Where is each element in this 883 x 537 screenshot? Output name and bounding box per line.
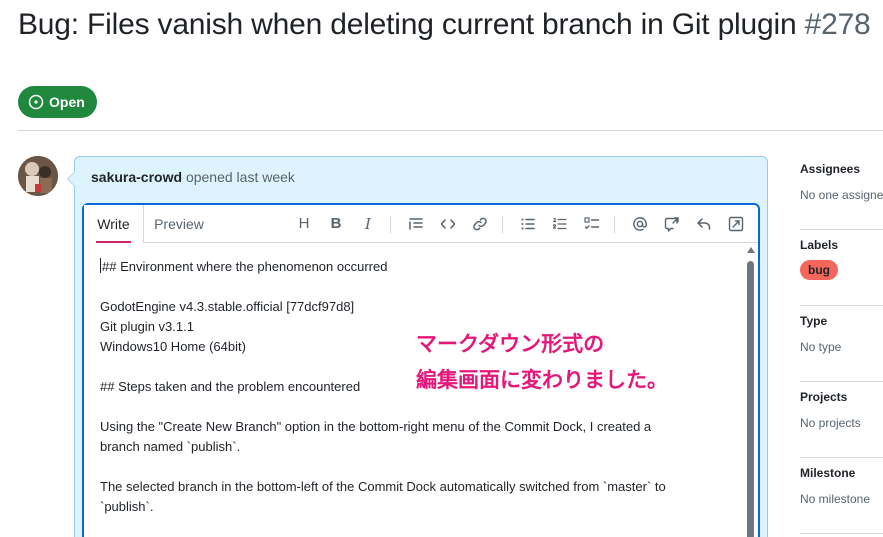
issue-sidebar: Assignees No one assigned Labels bug Typ… [800,160,883,537]
sidebar-value: No one assigned [800,188,883,202]
comment-header: sakura-crowd opened last week [91,169,295,185]
editor-line [100,277,730,297]
sidebar-title: Projects [800,390,848,404]
text-caret [100,258,101,273]
tab-write[interactable]: Write [84,205,144,243]
sidebar-divider [800,457,883,458]
link-icon [473,217,487,231]
avatar[interactable] [18,156,58,196]
sidebar-title: Assignees [800,162,861,176]
editor-scrollbar[interactable] [747,261,754,537]
scroll-up-arrow[interactable] [747,247,755,253]
editor-line-text: ## Environment where the phenomenon occu… [102,259,388,274]
italic-button[interactable]: I [358,214,378,234]
sidebar-assignees[interactable]: Assignees No one assigned [800,160,883,236]
fullscreen-icon [728,216,744,232]
status-label: Open [49,94,85,110]
sidebar-value: No milestone [800,492,871,506]
unordered-list-icon [521,218,535,230]
avatar-image [18,156,58,196]
toolbar-separator [614,216,615,233]
label-bug[interactable]: bug [800,260,838,280]
sidebar-divider [800,381,883,382]
editor-line: `publish`. [100,499,154,514]
sidebar-title: Milestone [800,466,856,480]
sidebar-projects[interactable]: Projects No projects [800,388,883,464]
quote-icon [409,218,423,230]
header-divider [18,130,883,131]
sidebar-divider [800,305,883,306]
annotation-line: マークダウン形式の [416,332,605,356]
sidebar-type[interactable]: Type No type [800,312,883,388]
editor-line: ## Environment where the phenomenon occu… [100,257,730,277]
reply-button[interactable] [694,214,714,234]
mention-button[interactable] [630,214,650,234]
unordered-list-button[interactable] [518,214,538,234]
bold-button[interactable]: B [326,214,346,234]
task-list-icon [584,217,600,230]
sidebar-milestone[interactable]: Milestone No milestone [800,464,883,537]
editor-line: GodotEngine v4.3.stable.official [77dcf9… [100,299,355,314]
ordered-list-icon [552,217,567,230]
mention-icon [633,217,647,231]
editor-line: Using the "Create New Branch" option in … [100,419,652,434]
annotation-line: 編集画面に変わりました。 [416,368,668,392]
cross-reference-button[interactable] [662,214,682,234]
editor-line: branch named `publish`. [100,439,241,454]
issue-title: Bug: Files vanish when deleting current … [18,8,878,42]
editor-toolbar: Write Preview H B I [84,205,758,243]
comment-action: opened last week [185,169,295,185]
quote-button[interactable] [406,214,426,234]
tab-preview[interactable]: Preview [146,205,212,243]
sidebar-labels[interactable]: Labels bug [800,236,883,312]
reply-icon [697,218,711,230]
code-button[interactable] [438,214,458,234]
ordered-list-button[interactable] [550,214,570,234]
heading-button[interactable]: H [294,214,314,234]
toolbar-separator [502,216,503,233]
annotation-overlay: マークダウン形式の 編集画面に変わりました。 [416,326,668,398]
status-badge: Open [18,86,97,118]
toolbar-separator [390,216,391,233]
comment-author[interactable]: sakura-crowd [91,169,182,185]
sidebar-divider [800,229,883,230]
task-list-button[interactable] [582,214,602,234]
issue-title-text: Bug: Files vanish when deleting current … [18,8,797,41]
issue-number: #278 [804,8,871,41]
sidebar-divider [800,533,883,534]
editor-line [100,397,730,417]
sidebar-value: No type [800,340,842,354]
code-icon [440,219,456,229]
fullscreen-button[interactable] [726,214,746,234]
cross-reference-icon [664,217,679,232]
sidebar-title: Labels [800,238,839,252]
issue-opened-icon [28,94,44,110]
sidebar-value: No projects [800,416,861,430]
editor-line: The selected branch in the bottom-left o… [100,479,666,494]
editor-line [100,457,730,477]
sidebar-title: Type [800,314,828,328]
link-button[interactable] [470,214,490,234]
